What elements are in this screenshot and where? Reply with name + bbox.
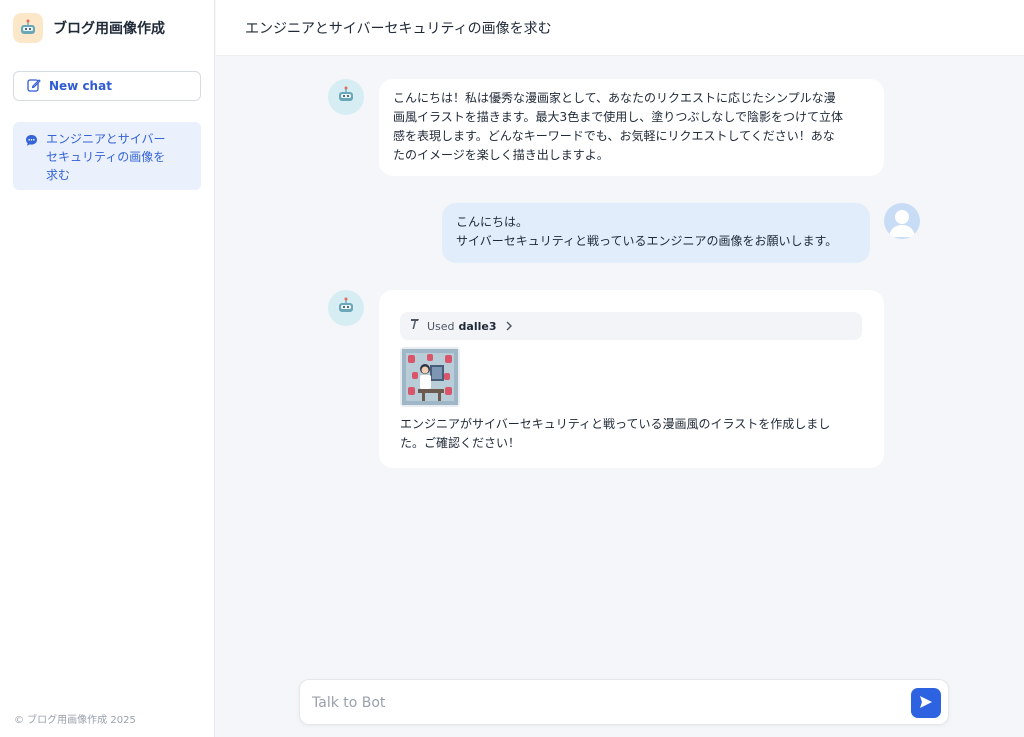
new-chat-label: New chat [49,79,112,93]
bot-message: こんにちは！私は優秀な漫画家として、あなたのリクエストに応じたシンプルな漫 画風… [379,79,884,176]
conversation-title: エンジニアとサイバーセキュリティの画像を求む [245,21,552,37]
chat-bubble-icon [25,132,39,151]
tool-icon [410,317,422,336]
send-icon [919,694,933,713]
history-item-label: エンジニアとサイバーセキュリティの画像を求む [46,132,166,182]
new-chat-button[interactable]: New chat [13,71,201,101]
message-line: こんにちは！私は優秀な漫画家として、あなたのリクエストに応じたシンプルな漫 [393,91,836,105]
bot-avatar [328,79,364,115]
message-line: 画風イラストを描きます。最大3色まで使用し、塗りつぶしなしで陰影をつけて立体 [393,110,843,124]
robot-icon [336,85,356,109]
sidebar: ブログ用画像作成 New chat エンジニアとサイバーセキュリティの画像を求む… [0,0,215,737]
message-line: たのイメージを楽しく描き出しますよ。 [393,148,609,162]
robot-icon [13,13,43,43]
message-input[interactable] [312,692,892,714]
robot-icon [336,296,356,320]
user-silhouette-icon [889,210,915,237]
history-item[interactable]: エンジニアとサイバーセキュリティの画像を求む [13,122,201,190]
message-line: こんにちは。 [456,215,529,229]
message-line: サイバーセキュリティと戦っているエンジニアの画像をお願いします。 [456,234,838,248]
edit-icon [27,77,41,96]
chat-header: エンジニアとサイバーセキュリティの画像を求む [216,0,1024,56]
tool-usage-chip[interactable]: Used dalle3 [400,312,862,340]
tool-name: dalle3 [458,319,497,333]
message-composer [299,679,949,725]
bot-avatar [328,290,364,326]
user-message: こんにちは。 サイバーセキュリティと戦っているエンジニアの画像をお願いします。 [442,203,870,263]
brand[interactable]: ブログ用画像作成 [13,13,165,43]
tool-used-prefix: Used [427,319,455,333]
send-button[interactable] [911,688,941,718]
chevron-right-icon [505,321,513,331]
bot-message-text: エンジニアがサイバーセキュリティと戦っている漫画風のイラストを作成しまし た。ご… [400,415,870,453]
app-title: ブログ用画像作成 [53,21,165,37]
user-avatar [884,203,920,239]
message-line: エンジニアがサイバーセキュリティと戦っている漫画風のイラストを作成しまし [400,417,831,431]
bot-message: Used dalle3 エンジニアがサイバーセキュリティと戦っている漫画風のイラ… [379,290,884,468]
generated-image-thumbnail[interactable] [400,347,460,407]
message-line: た。ご確認ください！ [400,436,521,450]
message-line: 感を表現します。どんなキーワードでも、お気軽にリクエストしてください！あな [393,129,835,143]
footer-copyright: © ブログ用画像作成 2025 [14,715,136,726]
